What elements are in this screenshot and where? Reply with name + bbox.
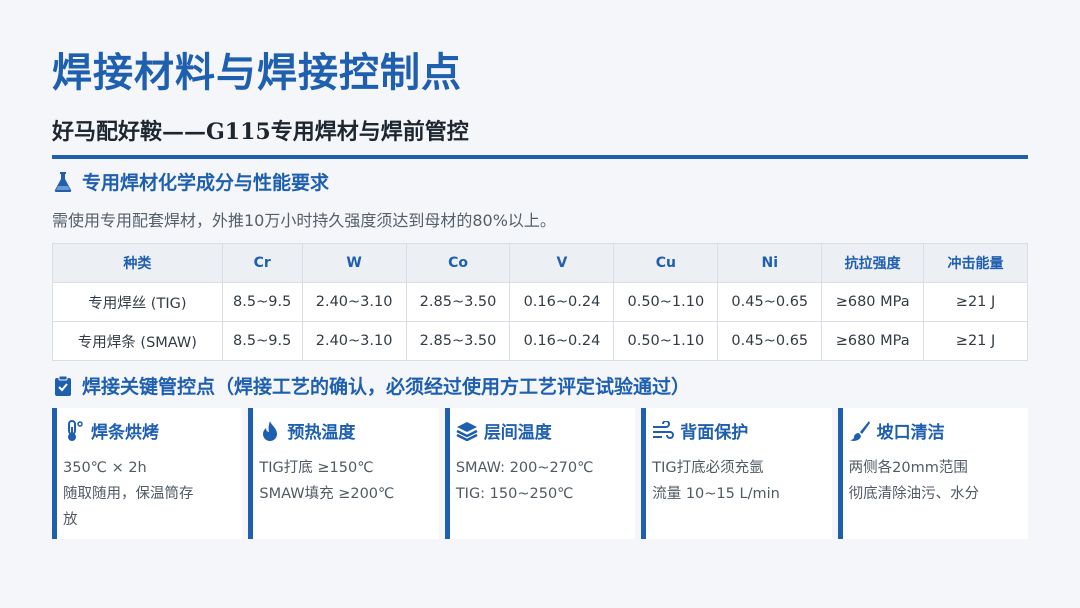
card-line: TIG: 150~250℃ <box>455 486 574 502</box>
card-title: 坡口清洁 <box>876 423 945 443</box>
brush-icon <box>849 420 871 442</box>
card-header: 焊条烘烤 <box>63 418 234 443</box>
table-header: Cr <box>221 243 303 283</box>
table-cell: 8.5~9.5 <box>221 321 303 361</box>
flame-icon <box>259 420 281 442</box>
control-card: 坡口清洁 两侧各20mm范围 彻底清除油污、水分 <box>837 408 1029 539</box>
table-row: 专用焊条 (SMAW) 8.5~9.5 2.40~3.10 2.85~3.50 … <box>52 321 1028 361</box>
table-cell: 0.50~1.10 <box>613 282 719 322</box>
table-cell: 2.85~3.50 <box>405 282 511 322</box>
page-subtitle: 好马配好鞍——G115专用焊材与焊前管控 <box>52 119 469 145</box>
section-controls-heading: 焊接关键管控点（焊接工艺的确认，必须经过使用方工艺评定试验通过） <box>52 372 690 399</box>
card-title: 预热温度 <box>287 423 356 443</box>
composition-table: 种类 Cr W Co V Cu Ni 抗拉强度 冲击能量 专用焊丝 (TIG) … <box>52 243 1028 361</box>
table-header: 冲击能量 <box>923 243 1028 283</box>
card-body: TIG打底必须充氩 流量 10~15 L/min <box>652 455 823 507</box>
card-title: 背面保护 <box>680 423 749 443</box>
table-header: Ni <box>717 243 823 283</box>
card-header: 预热温度 <box>259 418 430 443</box>
card-line: TIG打底必须充氩 <box>652 460 764 476</box>
control-card: 焊条烘烤 350℃ × 2h 随取随用，保温筒存 放 <box>52 408 243 539</box>
card-line: SMAW: 200~270℃ <box>455 460 594 476</box>
table-cell: 8.5~9.5 <box>221 282 303 322</box>
layers-icon <box>456 420 478 442</box>
card-body: 350℃ × 2h 随取随用，保温筒存 放 <box>63 455 234 533</box>
control-cards: 焊条烘烤 350℃ × 2h 随取随用，保温筒存 放 预热温度 TIG打底 ≥1… <box>52 408 1029 539</box>
table-cell: 2.85~3.50 <box>405 321 511 361</box>
wind-icon <box>652 420 675 442</box>
card-header: 背面保护 <box>652 418 823 443</box>
table-header: W <box>301 243 407 283</box>
table-header: V <box>509 243 615 283</box>
card-title: 焊条烘烤 <box>91 423 159 443</box>
section-materials-heading: 专用焊材化学成分与性能要求 <box>52 168 329 195</box>
table-header: Cu <box>613 243 719 283</box>
table-cell: 0.16~0.24 <box>509 282 615 322</box>
table-cell: ≥680 MPa <box>821 282 925 322</box>
table-cell: ≥680 MPa <box>821 321 925 361</box>
table-cell: 0.45~0.65 <box>717 321 823 361</box>
card-line: 随取随用，保温筒存 <box>63 486 194 502</box>
table-header: 种类 <box>52 243 223 283</box>
card-line: 两侧各20mm范围 <box>848 460 968 476</box>
thermometer-icon <box>63 419 85 442</box>
table-cell: 2.40~3.10 <box>301 282 407 322</box>
clipboard-check-icon <box>52 375 74 397</box>
materials-note: 需使用专用配套焊材，外推10万小时持久强度须达到母材的80%以上。 <box>52 211 556 230</box>
table-header-row: 种类 Cr W Co V Cu Ni 抗拉强度 冲击能量 <box>52 243 1028 283</box>
card-body: SMAW: 200~270℃ TIG: 150~250℃ <box>456 455 627 507</box>
title-divider <box>52 155 1028 159</box>
section-materials-title: 专用焊材化学成分与性能要求 <box>82 172 330 194</box>
card-body: 两侧各20mm范围 彻底清除油污、水分 <box>849 455 1020 507</box>
table-cell: ≥21 J <box>923 321 1028 361</box>
card-header: 坡口清洁 <box>849 418 1020 443</box>
section-controls-title: 焊接关键管控点（焊接工艺的确认，必须经过使用方工艺评定试验通过） <box>82 376 691 398</box>
page-title: 焊接材料与焊接控制点 <box>52 49 462 96</box>
table-cell: 专用焊丝 (TIG) <box>52 282 223 322</box>
flask-icon <box>52 171 74 193</box>
table-header: 抗拉强度 <box>821 243 925 283</box>
card-line: 彻底清除油污、水分 <box>848 486 980 502</box>
table-row: 专用焊丝 (TIG) 8.5~9.5 2.40~3.10 2.85~3.50 0… <box>52 282 1028 322</box>
card-line: 流量 10~15 L/min <box>652 486 780 502</box>
card-header: 层间温度 <box>456 418 627 443</box>
table-cell: 专用焊条 (SMAW) <box>52 321 223 361</box>
card-body: TIG打底 ≥150℃ SMAW填充 ≥200℃ <box>259 455 430 507</box>
table-cell: 0.50~1.10 <box>613 321 719 361</box>
control-card: 背面保护 TIG打底必须充氩 流量 10~15 L/min <box>641 408 832 539</box>
card-line: SMAW填充 ≥200℃ <box>259 486 395 502</box>
card-line: 放 <box>63 512 78 528</box>
table-cell: 0.45~0.65 <box>717 282 823 322</box>
control-card: 预热温度 TIG打底 ≥150℃ SMAW填充 ≥200℃ <box>248 408 439 539</box>
table-header: Co <box>405 243 511 283</box>
card-line: TIG打底 ≥150℃ <box>259 460 374 476</box>
table-cell: 0.16~0.24 <box>509 321 615 361</box>
card-line: 350℃ × 2h <box>63 460 147 476</box>
table-cell: 2.40~3.10 <box>301 321 407 361</box>
control-card: 层间温度 SMAW: 200~270℃ TIG: 150~250℃ <box>444 408 636 539</box>
card-title: 层间温度 <box>483 423 552 443</box>
table-cell: ≥21 J <box>923 282 1028 322</box>
